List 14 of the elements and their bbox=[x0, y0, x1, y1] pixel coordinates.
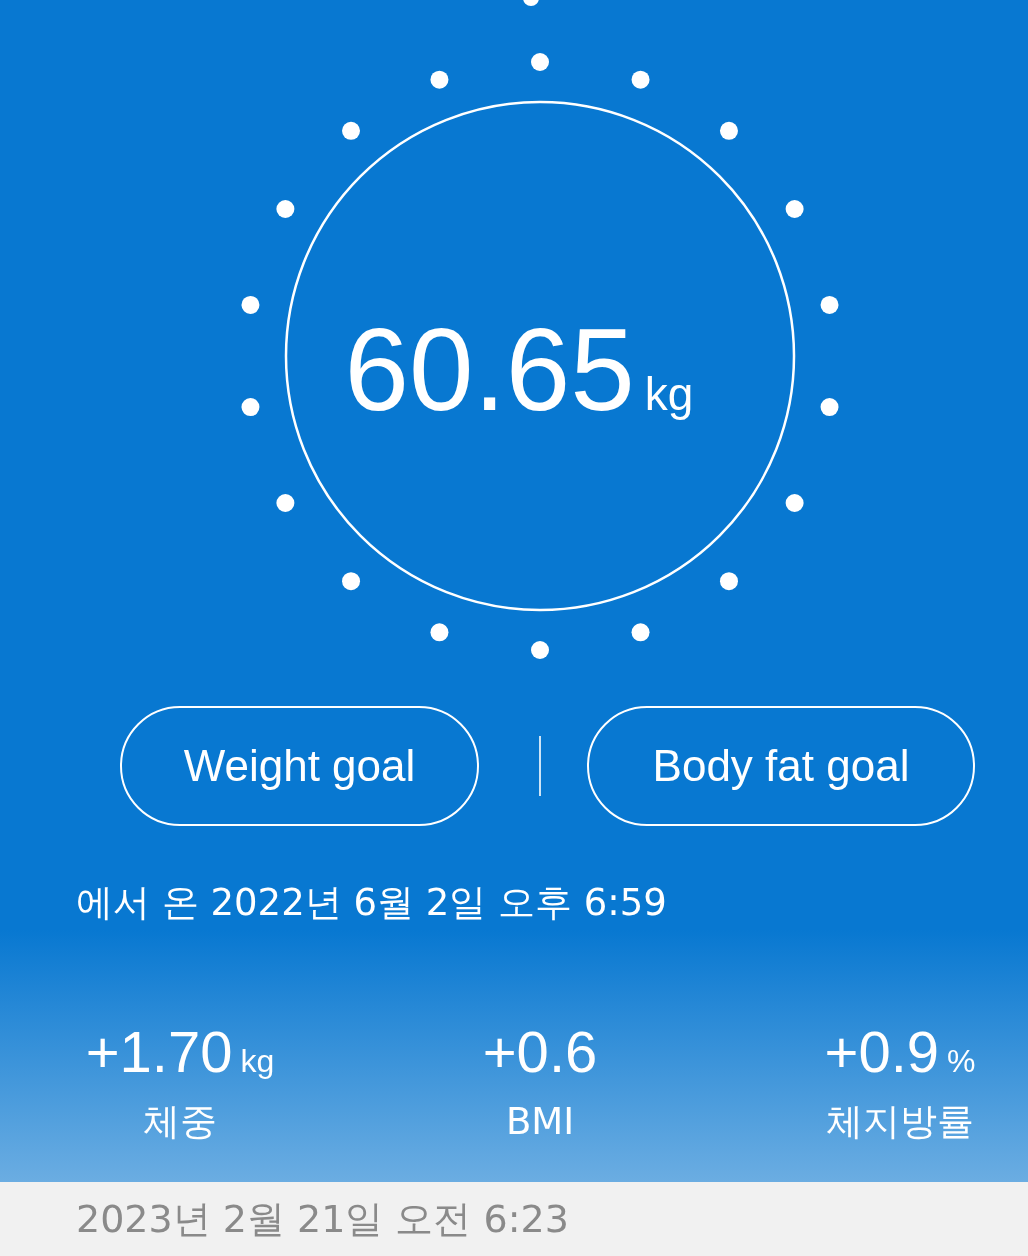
change-value: +0.6 bbox=[482, 1020, 598, 1084]
change-unit: kg bbox=[240, 1043, 275, 1080]
change-value: +0.9 bbox=[824, 1020, 939, 1084]
change-unit: % bbox=[947, 1043, 976, 1080]
sync-time-text: 에서 온 2022년 6월 2일 오후 6:59 bbox=[75, 880, 668, 926]
change-value: +1.70 bbox=[85, 1020, 233, 1084]
goal-button[interactable]: Weight goal bbox=[120, 706, 479, 826]
entry-date: 2023년 2월 21일 오전 6:23 bbox=[76, 1195, 569, 1243]
change-label: BMI bbox=[505, 1099, 575, 1145]
entry-bar[interactable]: 2023년 2월 21일 오전 6:23 bbox=[0, 1182, 1028, 1256]
change-label: 체지방률 bbox=[826, 1099, 974, 1145]
weight-value: 60.65 bbox=[344, 312, 635, 428]
change-label: 체중 bbox=[143, 1099, 217, 1145]
goal-button[interactable]: Body fat goal bbox=[587, 706, 975, 826]
